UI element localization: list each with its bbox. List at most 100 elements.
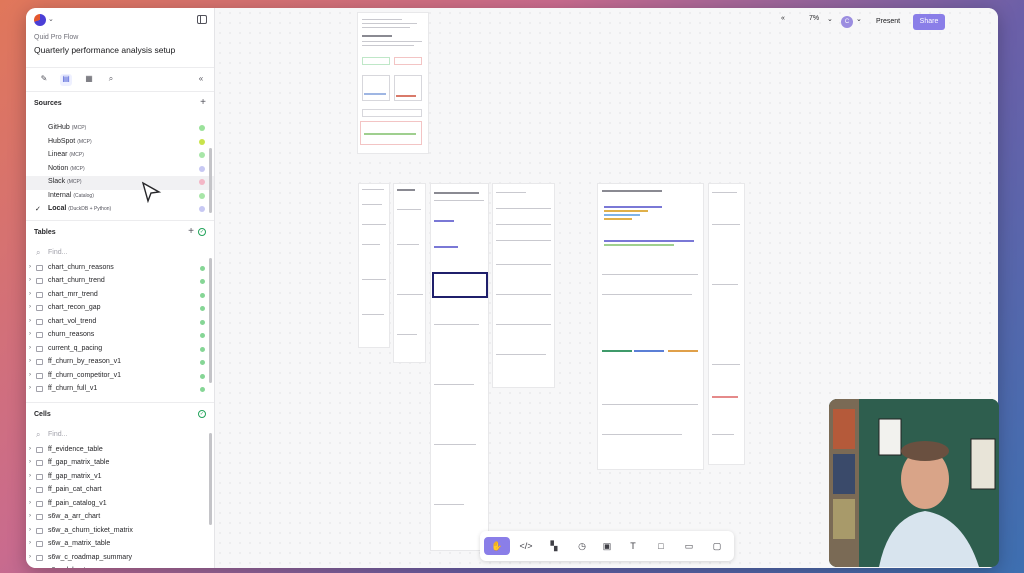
status-dot	[199, 125, 205, 131]
source-item-linear[interactable]: Linear (MCP)	[26, 149, 214, 163]
chart-icon[interactable]: ▚	[542, 537, 566, 555]
table-item[interactable]: › churn_reasons	[26, 329, 214, 343]
source-item-local[interactable]: ✓ Local (DuckDB + Python)	[26, 203, 214, 217]
source-name: GitHub	[48, 124, 70, 131]
code-icon[interactable]: </>	[514, 537, 538, 555]
share-button[interactable]: Share	[913, 14, 945, 30]
source-item-hubspot[interactable]: HubSpot (MCP)	[26, 136, 214, 150]
table-item[interactable]: › chart_churn_reasons	[26, 262, 214, 276]
source-tag: (MCP)	[70, 165, 85, 172]
present-button[interactable]: Present	[869, 14, 907, 30]
chevron-down-icon[interactable]: ⌄	[827, 15, 833, 23]
cell-item[interactable]: › s6w_d_beats	[26, 565, 214, 568]
source-item-github[interactable]: GitHub (MCP)	[26, 122, 214, 136]
cell-item[interactable]: › s6w_a_arr_chart	[26, 511, 214, 525]
chevron-down-icon[interactable]: ⌄	[48, 15, 54, 23]
toggle-panel-icon[interactable]	[197, 15, 207, 24]
chevron-right-icon[interactable]: ›	[29, 446, 31, 452]
cell-item[interactable]: › s6w_a_churn_ticket_matrix	[26, 525, 214, 539]
cell-item[interactable]: › ff_evidence_table	[26, 444, 214, 458]
chevron-right-icon[interactable]: ›	[29, 264, 31, 270]
cell-item[interactable]: › ff_gap_matrix_v1	[26, 471, 214, 485]
status-dot	[200, 319, 205, 325]
cell-item[interactable]: › ff_pain_cat_chart	[26, 484, 214, 498]
search-icon[interactable]: ⌕	[105, 74, 117, 86]
status-dot	[199, 152, 205, 158]
chevron-right-icon[interactable]: ›	[29, 486, 31, 492]
chevron-right-icon[interactable]: ›	[29, 331, 31, 337]
table-item[interactable]: › ff_churn_full_v1	[26, 383, 214, 397]
chevron-right-icon[interactable]: ›	[29, 372, 31, 378]
zoom-level[interactable]: 7%	[809, 15, 819, 22]
comment-icon[interactable]: ▢	[708, 537, 726, 555]
database-icon[interactable]: ▤	[60, 74, 72, 86]
chevron-right-icon[interactable]: ›	[29, 567, 31, 568]
frame-icon[interactable]: ▭	[678, 537, 700, 555]
sources-scrollbar[interactable]	[209, 148, 212, 213]
doc-thumbnail[interactable]	[597, 183, 704, 470]
doc-thumbnail[interactable]	[358, 183, 390, 348]
chevron-right-icon[interactable]: ›	[29, 500, 31, 506]
chevron-right-icon[interactable]: ›	[29, 304, 31, 310]
doc-thumbnail[interactable]	[708, 183, 745, 465]
chevron-right-icon[interactable]: ›	[29, 513, 31, 519]
cell-item[interactable]: › s6w_c_roadmap_summary	[26, 552, 214, 566]
source-item-notion[interactable]: Notion (MCP)	[26, 163, 214, 177]
cell-name: ff_pain_catalog_v1	[48, 499, 107, 507]
source-tag: (Catalog)	[73, 192, 94, 199]
chevron-right-icon[interactable]: ›	[29, 358, 31, 364]
sources-title: Sources	[34, 100, 62, 107]
cell-item[interactable]: › ff_gap_matrix_table	[26, 457, 214, 471]
chevron-right-icon[interactable]: ›	[29, 459, 31, 465]
doc-thumbnail[interactable]	[492, 183, 555, 388]
tables-find-input[interactable]: ⌕ Find...	[26, 245, 214, 262]
sticky-note-icon[interactable]: ▣	[598, 537, 616, 555]
project-title[interactable]: Quarterly performance analysis setup	[34, 45, 175, 55]
table-item[interactable]: › current_q_pacing	[26, 343, 214, 357]
table-item[interactable]: › chart_recon_gap	[26, 302, 214, 316]
text-icon[interactable]: T	[624, 537, 642, 555]
pencil-icon[interactable]: ✎	[38, 74, 50, 86]
chevron-right-icon[interactable]: ›	[29, 345, 31, 351]
chevron-right-icon[interactable]: ›	[29, 385, 31, 391]
cell-name: ff_gap_matrix_v1	[48, 472, 102, 480]
table-item[interactable]: › chart_vol_trend	[26, 316, 214, 330]
shape-icon[interactable]: □	[650, 537, 672, 555]
table-item[interactable]: › ff_churn_by_reason_v1	[26, 356, 214, 370]
double-chevron-left-icon[interactable]: «	[781, 15, 785, 22]
table-item[interactable]: › ff_churn_competitor_v1	[26, 370, 214, 384]
avatar[interactable]: C	[841, 16, 853, 28]
chevron-down-icon[interactable]: ⌄	[856, 15, 862, 23]
doc-thumbnail[interactable]	[430, 183, 489, 551]
add-table-icon[interactable]: +	[188, 226, 194, 237]
chevron-right-icon[interactable]: ›	[29, 473, 31, 479]
table-icon	[36, 345, 43, 352]
bottom-toolbar: ✋ </> ▚ ◷ ▣ T □ ▭ ▢	[480, 531, 734, 561]
source-item-slack[interactable]: Slack (MCP)	[26, 176, 214, 190]
chevron-right-icon[interactable]: ›	[29, 527, 31, 533]
table-item[interactable]: › chart_churn_trend	[26, 275, 214, 289]
doc-thumbnail[interactable]	[357, 12, 429, 154]
table-icon	[36, 386, 43, 392]
table-item[interactable]: › chart_mrr_trend	[26, 289, 214, 303]
source-item-internal[interactable]: Internal (Catalog)	[26, 190, 214, 204]
chevron-right-icon[interactable]: ›	[29, 277, 31, 283]
clock-icon[interactable]: ◷	[570, 537, 594, 555]
cells-scrollbar[interactable]	[209, 433, 212, 525]
cell-icon	[36, 514, 43, 520]
double-chevron-left-icon[interactable]: «	[195, 74, 207, 86]
cell-item[interactable]: › ff_pain_catalog_v1	[26, 498, 214, 512]
app-logo[interactable]	[34, 14, 46, 26]
cell-name: ff_pain_cat_chart	[48, 486, 102, 493]
cell-item[interactable]: › s6w_a_matrix_table	[26, 538, 214, 552]
tables-scrollbar[interactable]	[209, 258, 212, 383]
chevron-right-icon[interactable]: ›	[29, 540, 31, 546]
add-source-icon[interactable]: +	[200, 97, 206, 108]
chevron-right-icon[interactable]: ›	[29, 318, 31, 324]
notes-icon[interactable]: ▦	[83, 74, 95, 86]
chevron-right-icon[interactable]: ›	[29, 291, 31, 297]
cells-find-input[interactable]: ⌕ Find...	[26, 427, 214, 444]
hand-icon[interactable]: ✋	[484, 537, 510, 555]
doc-thumbnail[interactable]	[393, 183, 426, 363]
chevron-right-icon[interactable]: ›	[29, 554, 31, 560]
